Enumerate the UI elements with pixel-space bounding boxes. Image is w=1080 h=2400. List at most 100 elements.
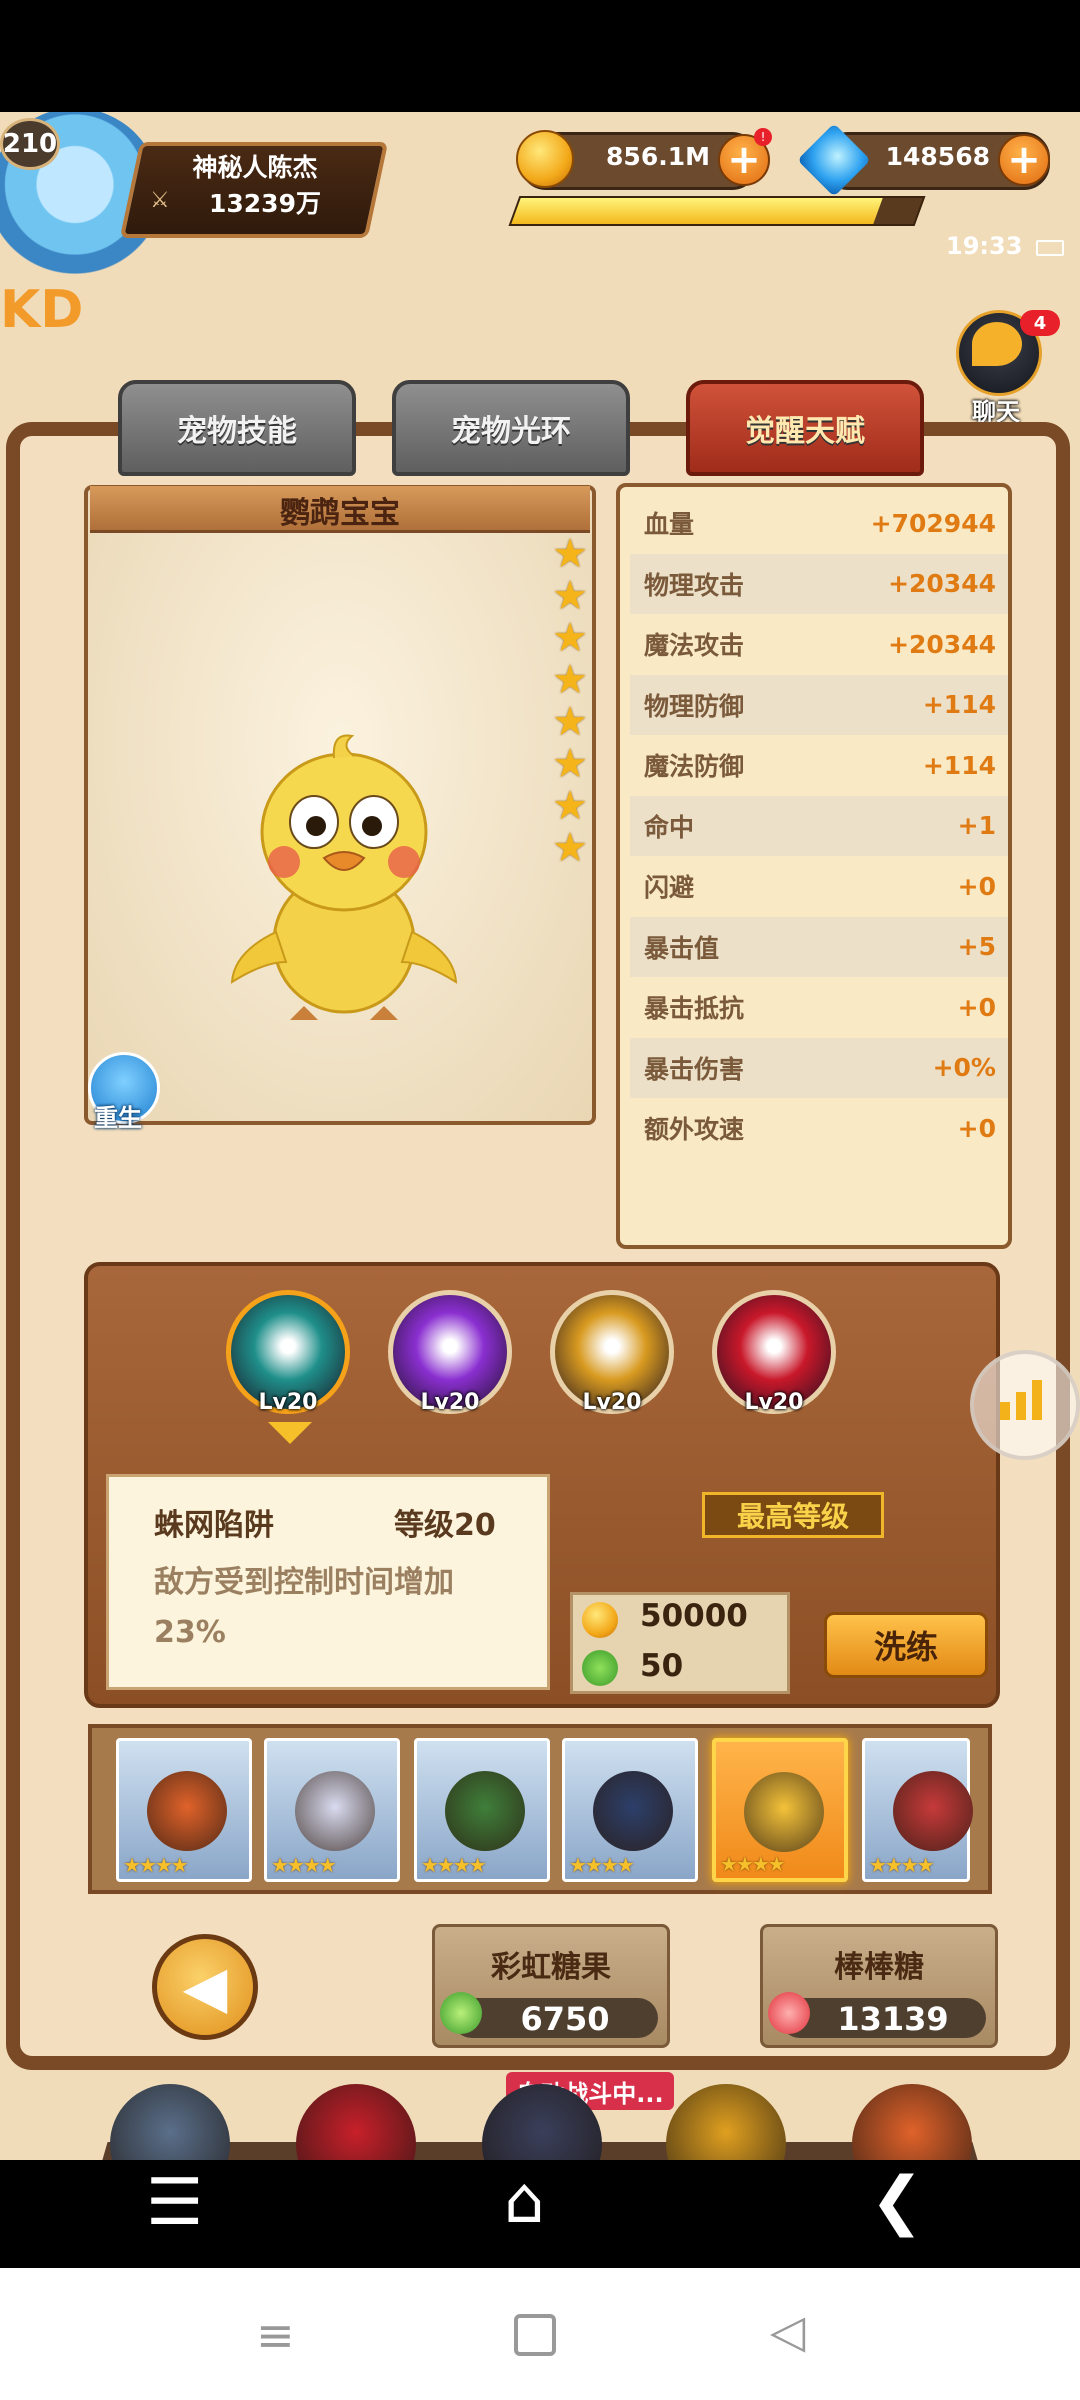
stat-name: 额外攻速 [644,1115,745,1144]
rainbow-candy-count: 6750 [520,2000,610,2038]
skill-level-label: Lv20 [744,1390,804,1415]
home-icon[interactable]: ⌂ [504,2164,545,2238]
stat-row: 闪避 +0 [630,856,1008,916]
pet-card[interactable]: ★★★★ [712,1738,848,1882]
stat-value: +0% [932,1053,996,1082]
nav-1-icon[interactable] [296,2084,416,2160]
recent-apps-icon[interactable]: ≡ [256,2308,295,2362]
stat-row: 血量 +702944 [630,493,1008,553]
pet-card[interactable]: ★★★★ [562,1738,698,1882]
stat-value: +702944 [870,508,996,538]
stat-name: 魔法防御 [644,752,745,781]
clock: 19:33 [946,232,1023,260]
tab-pet-aura[interactable]: 宠物光环 [392,380,630,476]
stat-row: 命中 +1 [630,795,1008,856]
pet-portrait [593,1771,673,1851]
stat-value: +1 [957,811,996,840]
game-system-bar: ☰ ⌂ ❮ [0,2160,1080,2268]
player-name: 神秘人陈杰 [192,153,318,182]
gold-coin-icon [516,130,574,188]
stat-row: 物理防御 +114 [630,674,1008,735]
add-gems-button[interactable]: + [998,134,1050,186]
pet-star-icon: ★ [552,573,588,619]
nav-4-icon[interactable] [852,2084,972,2160]
battery-icon [1036,240,1064,256]
pet-card[interactable]: ★★★★ [862,1738,973,1882]
stat-name: 魔法攻击 [644,631,745,660]
pet-stats-panel: 血量 +702944 物理攻击 +20344 魔法攻击 +20344 物理防御 +114 魔法防… [616,483,1012,1249]
refine-button[interactable]: 洗练 [824,1612,988,1678]
skill-level-label: Lv20 [582,1390,642,1415]
pet-card-stars: ★★★★ [271,1853,337,1877]
stat-name: 暴击伤害 [644,1054,745,1084]
back-button[interactable]: ◀ [152,1934,258,2040]
rainbow-candy-title: 彩虹糖果 [491,1950,611,1985]
skill-description: 敌方受到控制时间增加23% [154,1565,454,1650]
stat-name: 闪避 [644,873,695,902]
lollipop-candy-icon [768,1992,810,2034]
stat-name: 命中 [644,812,695,842]
player-level-badge: 210 [0,118,60,170]
pet-portrait [147,1771,227,1851]
pet-card[interactable]: ★★★★ [116,1738,252,1882]
stat-value: +20344 [888,629,996,659]
lollipop-count: 13139 [837,2000,949,2038]
nav-3-icon[interactable] [666,2084,786,2160]
gold-notice-dot: ! [754,128,772,146]
back-arrow-icon: ◀ [182,1953,228,2021]
stat-value: +5 [957,932,996,961]
stat-row: 暴击抵抗 +0 [630,977,1008,1037]
stat-name: 血量 [644,510,695,539]
pet-portrait [445,1771,525,1851]
pet-star-icon: ★ [552,783,588,829]
stat-row: 额外攻速 +0 [630,1098,1008,1158]
stat-value: +20344 [888,569,996,598]
stat-value: +0 [957,1113,996,1143]
stat-row: 魔法攻击 +20344 [630,614,1008,674]
pet-star-icon: ★ [552,657,588,703]
stat-row: 暴击伤害 +0% [630,1037,1008,1098]
tab-pet-skills[interactable]: 宠物技能 [118,380,356,476]
pet-star-icon: ★ [552,825,588,871]
nav-0-icon[interactable] [110,2084,230,2160]
stat-value: +0 [957,992,996,1022]
pet-portrait [295,1771,375,1851]
stat-name: 物理攻击 [644,570,745,600]
skill-level: 等级20 [394,1508,496,1543]
pet-card-stars: ★★★★ [569,1853,635,1877]
player-power: 13239万 [209,189,321,218]
gold-amount: 856.1M [606,142,710,171]
stat-value: +114 [922,750,996,780]
lollipop-title: 棒棒糖 [834,1950,924,1985]
pet-star-icon: ★ [552,699,588,745]
rainbow-candy-icon [440,1992,482,2034]
max-level-badge: 最高等级 [702,1492,884,1538]
pet-card[interactable]: ★★★★ [414,1738,550,1882]
stat-name: 暴击值 [644,933,720,963]
skill-level-label: Lv20 [258,1390,318,1415]
pet-star-icon: ★ [552,615,588,661]
pet-card[interactable]: ★★★★ [264,1738,400,1882]
back-triangle-icon[interactable]: ◁ [770,2304,805,2358]
stat-value: +0 [957,871,996,901]
stat-row: 魔法防御 +114 [630,735,1008,795]
skill-level-label: Lv20 [420,1390,480,1415]
pet-portrait [893,1771,973,1851]
back-icon[interactable]: ❮ [870,2164,924,2238]
menu-icon[interactable]: ☰ [146,2166,203,2240]
pet-name: 鹦鹉宝宝 [280,496,400,531]
chat-unread-badge: 4 [1020,310,1060,336]
pet-star-icon: ★ [552,741,588,787]
home-square-icon[interactable] [514,2314,556,2356]
pet-star-icon: ★ [552,531,588,577]
stat-row: 物理攻击 +20344 [630,553,1008,614]
stat-value: +114 [922,690,996,719]
refine-cost-candy: 50 [640,1648,684,1684]
tab-awakening-talent[interactable]: 觉醒天赋 [686,380,924,476]
pet-card-stars: ★★★★ [720,1852,786,1876]
watermark-logo: KD [0,280,84,340]
lollipop-icon [582,1650,618,1686]
parrot-pet-model[interactable] [214,722,474,1022]
selected-skill-arrow [268,1422,312,1444]
pet-portrait [744,1772,824,1852]
